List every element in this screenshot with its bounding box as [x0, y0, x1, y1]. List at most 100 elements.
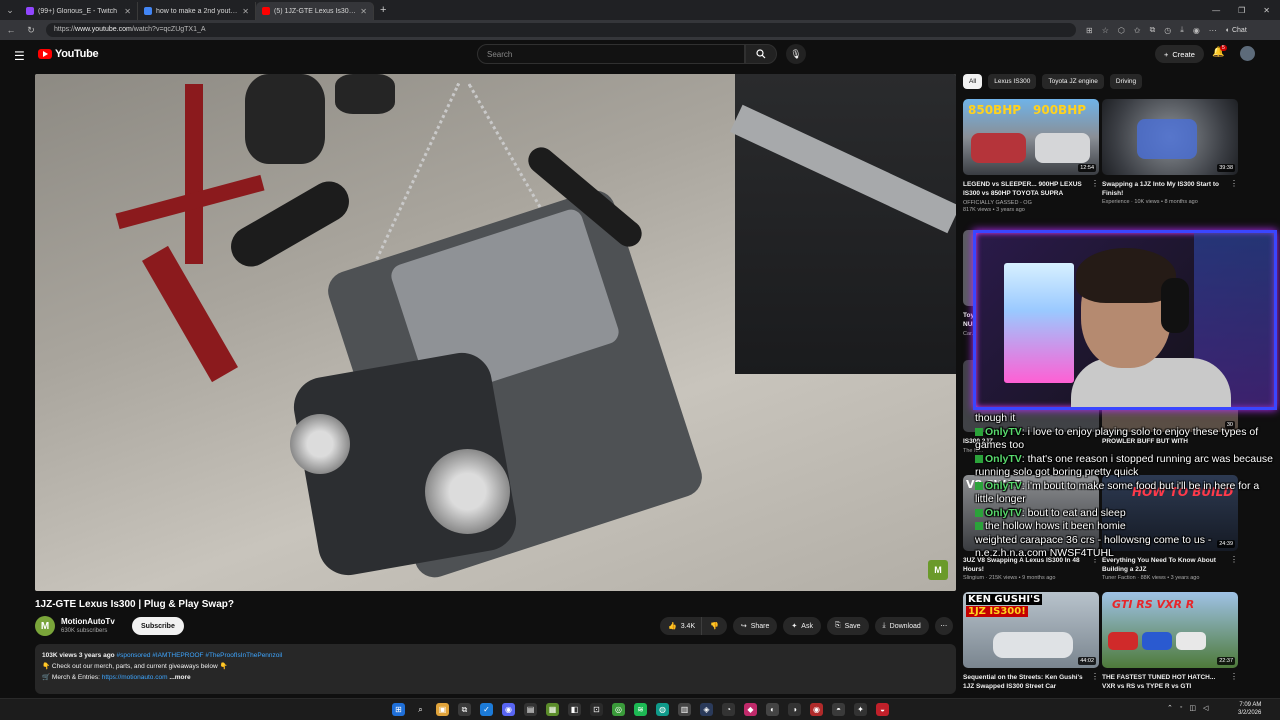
- save-button[interactable]: ⎘ Save: [826, 617, 869, 635]
- copilot-chat-button[interactable]: ◐ Chat: [1226, 27, 1247, 34]
- more-vertical-icon[interactable]: ⋮: [1230, 179, 1238, 188]
- app-icon[interactable]: ◓: [832, 703, 845, 716]
- dislike-button[interactable]: 👎: [701, 617, 727, 635]
- more-icon[interactable]: ⋯: [1209, 26, 1217, 35]
- download-button[interactable]: ⤓ Download: [874, 617, 929, 635]
- merch-link[interactable]: https://motionauto.com: [102, 674, 168, 681]
- app-icon[interactable]: ◎: [612, 703, 625, 716]
- app-icon[interactable]: ▤: [524, 703, 537, 716]
- video-thumbnail[interactable]: 850BHP 900BHP 12:54: [963, 99, 1099, 175]
- edge-browser-icon[interactable]: ◍: [656, 703, 669, 716]
- video-card-title[interactable]: THE FASTEST TUNED HOT HATCH... VXR vs RS…: [1102, 673, 1226, 691]
- more-actions-button[interactable]: ⋯: [934, 617, 953, 635]
- related-video-card[interactable]: GTI RS VXR R 22:37 THE FASTEST TUNED HOT…: [1102, 592, 1238, 691]
- app-icon[interactable]: ⊡: [590, 703, 603, 716]
- search-button[interactable]: [745, 44, 777, 64]
- reload-icon[interactable]: ↻: [26, 25, 36, 36]
- app-icon[interactable]: ◒: [876, 703, 889, 716]
- system-clock[interactable]: 7:09 AM 3/2/2026: [1238, 701, 1261, 717]
- browser-tab[interactable]: how to make a 2nd youtube chan ✕: [138, 2, 256, 20]
- video-description[interactable]: 103K views 3 years ago #sponsored #IAMTH…: [35, 644, 956, 694]
- share-button[interactable]: ↪ Share: [732, 617, 778, 635]
- chat-username: OnlyTV: [985, 425, 1022, 438]
- star-icon[interactable]: ☆: [1102, 26, 1109, 35]
- app-icon[interactable]: ✦: [854, 703, 867, 716]
- maximize-icon[interactable]: ❐: [1238, 6, 1245, 15]
- extension-icon[interactable]: ⬡: [1118, 26, 1125, 35]
- account-avatar[interactable]: [1240, 46, 1255, 61]
- search-input[interactable]: Search: [477, 44, 745, 64]
- history-icon[interactable]: ◷: [1164, 26, 1171, 35]
- volume-icon[interactable]: ◁: [1203, 704, 1208, 712]
- app-icon[interactable]: ✓: [480, 703, 493, 716]
- app-icon[interactable]: ◈: [700, 703, 713, 716]
- youtube-logo[interactable]: YouTube: [38, 48, 99, 60]
- video-thumbnail[interactable]: KEN GUSHI'S 1JZ IS300! 44:02: [963, 592, 1099, 668]
- spotify-icon[interactable]: ≋: [634, 703, 647, 716]
- chip-lexus-is300[interactable]: Lexus IS300: [988, 74, 1037, 89]
- channel-name[interactable]: MotionAutoTv: [61, 617, 115, 626]
- new-tab-plus-icon[interactable]: +: [380, 4, 386, 16]
- video-thumbnail[interactable]: 39:38: [1102, 99, 1238, 175]
- taskbar-apps: ⊞ ⌕ ▣ ⧉ ✓ ◉ ▤ ▦ ◧ ⊡ ◎ ≋ ◍ ▥ ◈ ◔ ◆ ◐ ◑ ◉ …: [392, 703, 889, 716]
- collections-icon[interactable]: ⧉: [1150, 25, 1156, 35]
- hamburger-menu-icon[interactable]: ☰: [14, 49, 25, 63]
- app-icon[interactable]: ◆: [744, 703, 757, 716]
- subscribe-button[interactable]: Subscribe: [132, 617, 184, 635]
- app-icon[interactable]: ▦: [546, 703, 559, 716]
- app-icon[interactable]: ▥: [678, 703, 691, 716]
- like-button[interactable]: 👍 3.4K: [660, 617, 702, 635]
- video-card-title[interactable]: Sequential on the Streets: Ken Gushi's 1…: [963, 673, 1087, 691]
- video-card-channel[interactable]: Slingium: [963, 575, 984, 581]
- task-view-icon[interactable]: ⧉: [458, 703, 471, 716]
- ask-button[interactable]: ✦ Ask: [783, 617, 821, 635]
- browser-tab-active[interactable]: (5) 1JZ-GTE Lexus Is300 | Plu ✕: [256, 2, 374, 20]
- video-thumbnail[interactable]: GTI RS VXR R 22:37: [1102, 592, 1238, 668]
- app-icon[interactable]: ◉: [810, 703, 823, 716]
- close-icon[interactable]: ✕: [124, 7, 131, 16]
- related-video-card[interactable]: 850BHP 900BHP 12:54 LEGEND vs SLEEPER...…: [963, 99, 1099, 213]
- reader-icon[interactable]: ⊞: [1086, 26, 1093, 35]
- app-icon[interactable]: ◐: [766, 703, 779, 716]
- microphone-button[interactable]: 🎙: [786, 44, 806, 64]
- more-vertical-icon[interactable]: ⋮: [1091, 179, 1099, 188]
- app-icon[interactable]: ◑: [788, 703, 801, 716]
- close-icon[interactable]: ✕: [242, 7, 249, 16]
- hashtags[interactable]: #sponsored #IAMTHEPROOF #TheProofIsInThe…: [116, 652, 282, 659]
- download-icon[interactable]: ⤓: [1180, 25, 1184, 35]
- channel-avatar[interactable]: M: [35, 616, 55, 636]
- chevron-up-icon[interactable]: ⌃: [1167, 704, 1173, 712]
- browser-tab[interactable]: (99+) Glorious_E - Twitch ✕: [20, 2, 138, 20]
- minimize-icon[interactable]: —: [1212, 6, 1220, 15]
- url-field[interactable]: https://www.youtube.com/watch?v=qcZUgTX1…: [46, 23, 1076, 37]
- video-player[interactable]: M: [35, 74, 956, 591]
- show-more-link[interactable]: ...more: [169, 674, 190, 681]
- more-vertical-icon[interactable]: ⋮: [1091, 672, 1099, 681]
- start-windows-icon[interactable]: ⊞: [392, 703, 405, 716]
- favorites-icon[interactable]: ✩: [1134, 26, 1141, 35]
- video-card-title[interactable]: Swapping a 1JZ Into My IS300 Start to Fi…: [1102, 180, 1226, 198]
- related-video-card[interactable]: 39:38 Swapping a 1JZ Into My IS300 Start…: [1102, 99, 1238, 205]
- close-window-icon[interactable]: ✕: [1263, 6, 1270, 15]
- mic-icon[interactable]: ◦: [1180, 704, 1182, 712]
- more-vertical-icon[interactable]: ⋮: [1230, 672, 1238, 681]
- create-button[interactable]: + Create: [1155, 45, 1204, 63]
- app-icon[interactable]: ◔: [722, 703, 735, 716]
- video-card-channel[interactable]: OFFICIALLY GASSED - OG: [963, 200, 1099, 206]
- related-video-card[interactable]: KEN GUSHI'S 1JZ IS300! 44:02 Sequential …: [963, 592, 1099, 691]
- discord-icon[interactable]: ◉: [502, 703, 515, 716]
- app-icon[interactable]: ◧: [568, 703, 581, 716]
- tab-menu-chevron-icon[interactable]: ⌄: [0, 0, 20, 20]
- search-icon[interactable]: ⌕: [414, 703, 427, 716]
- video-card-channel[interactable]: Experience: [1102, 199, 1130, 205]
- network-icon[interactable]: ◫: [1189, 704, 1196, 712]
- back-arrow-icon[interactable]: ←: [6, 25, 16, 35]
- chip-toyota-jz-engine[interactable]: Toyota JZ engine: [1042, 74, 1104, 89]
- chip-all[interactable]: All: [963, 74, 983, 89]
- profile-icon[interactable]: ◉: [1193, 26, 1200, 35]
- video-card-channel[interactable]: Tuner Faction: [1102, 575, 1136, 581]
- chip-driving[interactable]: Driving: [1109, 74, 1143, 89]
- video-card-title[interactable]: LEGEND vs SLEEPER... 900HP LEXUS IS300 v…: [963, 180, 1087, 198]
- close-icon[interactable]: ✕: [360, 7, 367, 16]
- file-explorer-icon[interactable]: ▣: [436, 703, 449, 716]
